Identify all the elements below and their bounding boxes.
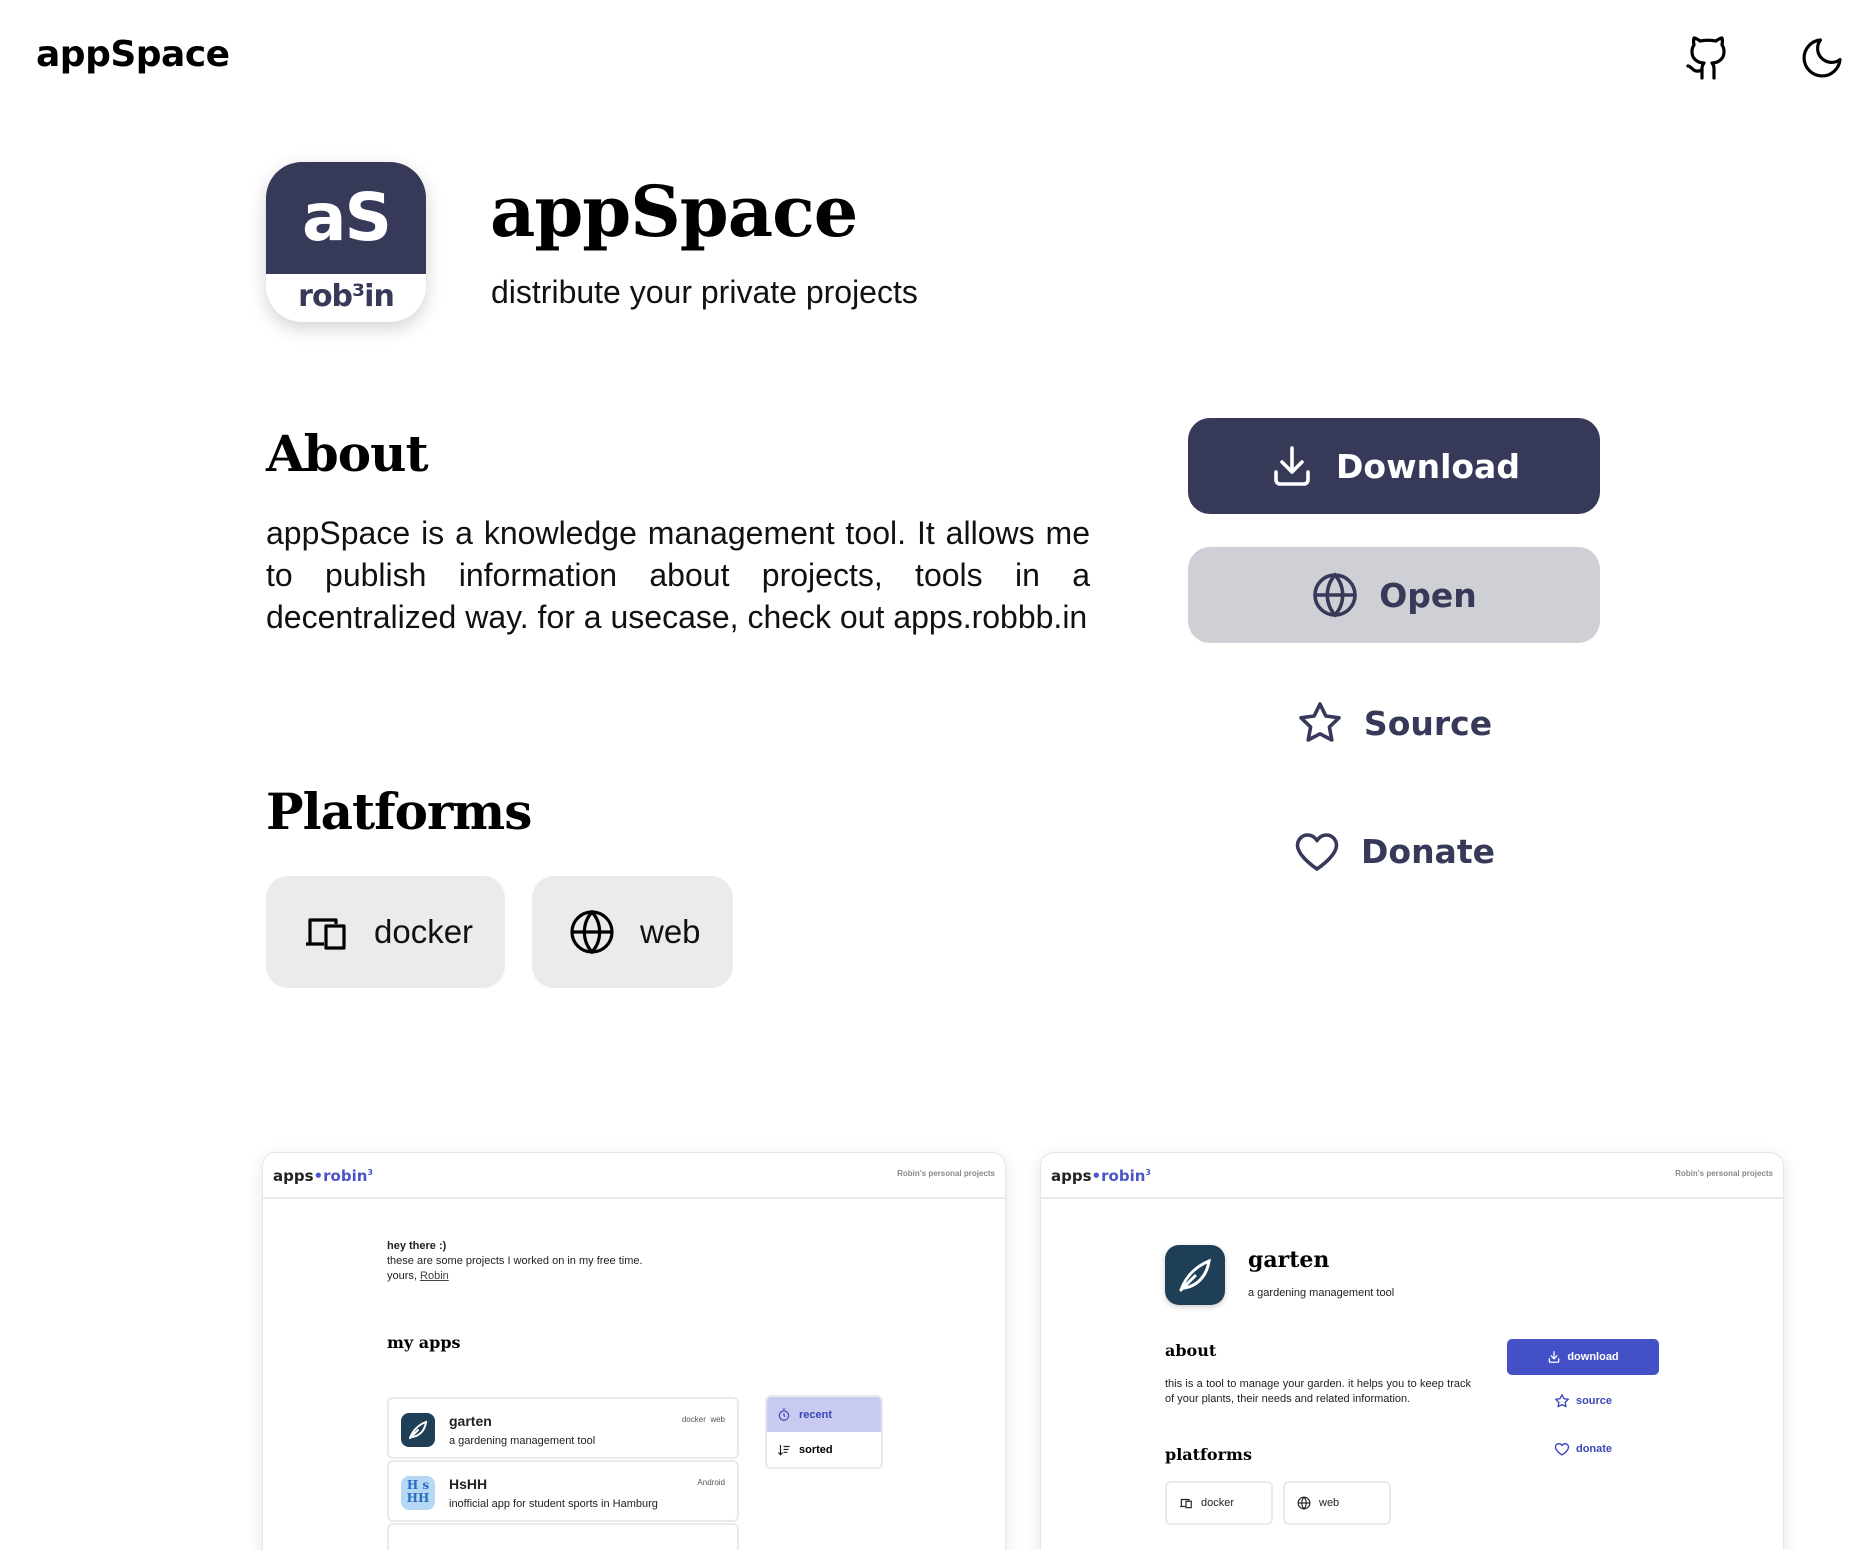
greeting: hey there :) these are some projects I w… — [387, 1240, 643, 1282]
screenshot-logo: apps•robin3 — [273, 1167, 373, 1185]
screenshot-app-detail[interactable]: apps•robin3 Robin's personal projects ga… — [1040, 1152, 1784, 1550]
timer-icon — [778, 1408, 790, 1421]
leaf-icon — [401, 1413, 435, 1447]
list-item — [387, 1523, 739, 1550]
screenshot-donate-link: donate — [1507, 1441, 1659, 1457]
star-icon — [1554, 1394, 1569, 1408]
source-button[interactable]: Source — [1188, 675, 1600, 771]
page-title: appSpace — [490, 170, 858, 253]
globe-icon — [1297, 1496, 1311, 1510]
screenshot-platform-docker: docker — [1165, 1481, 1273, 1525]
screenshot-app-tagline: a gardening management tool — [1248, 1287, 1395, 1299]
sort-icon — [778, 1444, 790, 1455]
platforms-heading: Platforms — [266, 782, 532, 841]
app-logo-wordmark: rob³in — [298, 279, 395, 314]
screenshot-platforms-heading: platforms — [1165, 1445, 1252, 1464]
globe-icon — [570, 909, 614, 955]
my-apps-heading: my apps — [387, 1333, 461, 1352]
open-button[interactable]: Open — [1188, 547, 1600, 643]
screenshot-header: apps•robin3 Robin's personal projects — [263, 1153, 1005, 1199]
list-item: H s HH HsHH inofficial app for student sp… — [387, 1460, 739, 1522]
screenshot-subtitle: Robin's personal projects — [897, 1169, 995, 1178]
about-heading: About — [266, 424, 429, 483]
screenshot-about-text: this is a tool to manage your garden. it… — [1165, 1378, 1471, 1405]
download-icon — [1549, 1351, 1560, 1363]
screenshot-source-link: source — [1507, 1393, 1659, 1409]
screenshot-download-button: download — [1507, 1339, 1659, 1375]
app-logo: aS rob³in — [266, 162, 426, 322]
hshh-icon: H s HH — [401, 1476, 435, 1510]
moon-icon[interactable] — [1798, 34, 1846, 82]
screenshot-app-name: garten — [1248, 1247, 1330, 1273]
sort-recent: recent — [767, 1397, 881, 1432]
star-icon — [1299, 702, 1341, 742]
platform-label: web — [640, 913, 701, 950]
devices-icon — [306, 918, 346, 950]
app-logo-monogram: aS — [266, 162, 426, 274]
about-text: appSpace is a knowledge management tool.… — [266, 515, 1090, 635]
screenshot-about-heading: about — [1165, 1341, 1217, 1360]
screenshot-app-list[interactable]: apps•robin3 Robin's personal projects he… — [262, 1152, 1006, 1550]
platform-label: docker — [374, 913, 474, 950]
platform-chip-docker[interactable]: docker — [266, 876, 506, 988]
download-icon — [1274, 446, 1310, 486]
screenshot-logo: apps•robin3 — [1051, 1167, 1151, 1185]
screenshot-platform-web: web — [1283, 1481, 1391, 1525]
globe-icon — [1313, 572, 1358, 618]
brand-logo[interactable]: appSpace — [36, 34, 230, 75]
heart-icon — [1295, 833, 1339, 871]
screenshot-subtitle: Robin's personal projects — [1675, 1169, 1773, 1178]
app-tagline: distribute your private projects — [491, 274, 918, 310]
sort-options: recent sorted — [765, 1395, 883, 1469]
leaf-icon — [1165, 1245, 1225, 1305]
screenshot-header: apps•robin3 Robin's personal projects — [1041, 1153, 1783, 1199]
platform-chip-web[interactable]: web — [532, 876, 733, 988]
heart-icon — [1554, 1443, 1570, 1456]
devices-icon — [1180, 1498, 1192, 1509]
sort-sorted: sorted — [767, 1432, 881, 1467]
github-icon[interactable] — [1684, 34, 1732, 82]
download-button[interactable]: Download — [1188, 418, 1600, 514]
donate-button[interactable]: Donate — [1188, 803, 1600, 899]
list-item: garten a gardening management tool docke… — [387, 1397, 739, 1459]
